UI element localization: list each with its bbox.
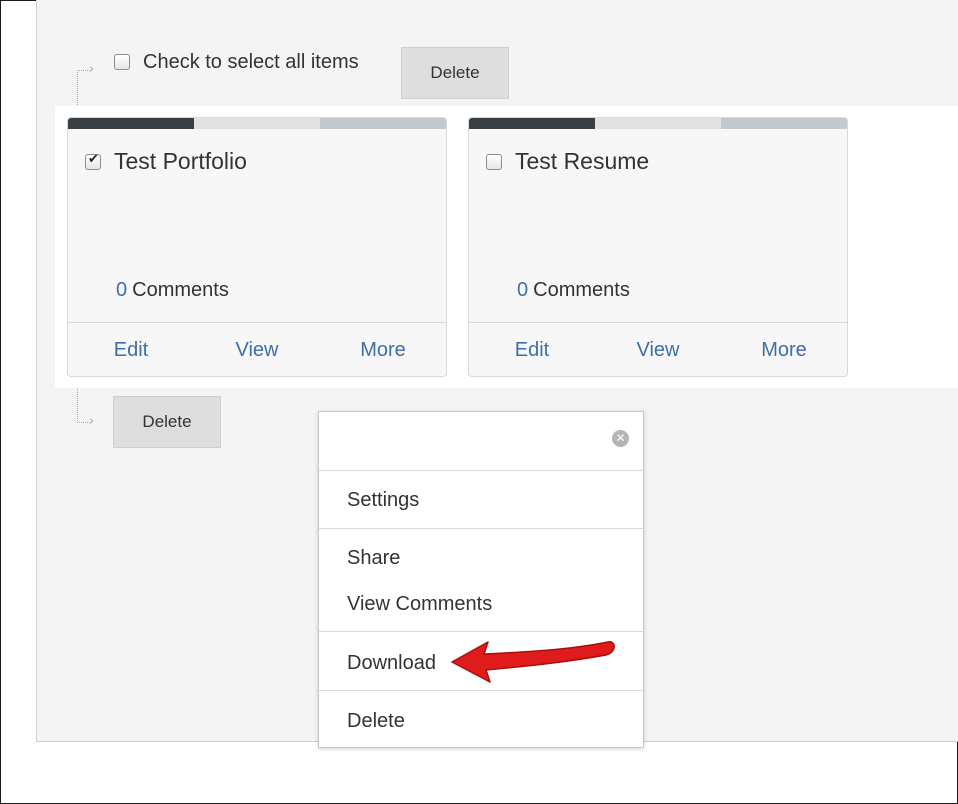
comment-count[interactable]: 0: [116, 279, 127, 301]
menu-item-settings[interactable]: Settings: [347, 487, 419, 513]
card-title-row: Test Resume: [486, 148, 649, 175]
close-icon[interactable]: ✕: [612, 430, 629, 447]
menu-item-download[interactable]: Download: [347, 650, 436, 676]
more-link[interactable]: More: [721, 337, 847, 362]
comment-label: Comments: [132, 279, 229, 301]
annotation-arrow-icon: [451, 641, 615, 683]
select-all-checkbox[interactable]: [114, 54, 130, 70]
more-link[interactable]: More: [320, 337, 446, 362]
menu-divider: [319, 470, 643, 471]
view-link[interactable]: View: [595, 337, 721, 362]
select-all-label: Check to select all items: [143, 50, 359, 73]
card-actions: Edit View More: [68, 322, 446, 376]
card-checkbox[interactable]: [85, 152, 101, 170]
card-title[interactable]: Test Resume: [515, 148, 649, 175]
menu-item-view-comments[interactable]: View Comments: [347, 591, 492, 617]
card-title[interactable]: Test Portfolio: [114, 148, 247, 175]
card-bar-segment: [595, 118, 721, 129]
card-title-row: Test Portfolio: [85, 148, 247, 175]
card-bar-segment: [194, 118, 320, 129]
more-context-menu: ✕ Settings Share View Comments Download …: [318, 411, 644, 748]
connector-arrow-icon: ›: [89, 62, 95, 77]
portfolio-card: Test Portfolio 0Comments Edit View More: [67, 117, 447, 377]
connector-arrow-icon: ›: [89, 414, 95, 429]
comment-label: Comments: [533, 279, 630, 301]
menu-item-share[interactable]: Share: [347, 545, 400, 571]
view-link[interactable]: View: [194, 337, 320, 362]
card-color-bar: [68, 118, 446, 129]
card-bar-segment: [721, 118, 847, 129]
card-color-bar: [469, 118, 847, 129]
card-bar-segment: [320, 118, 446, 129]
menu-divider: [319, 690, 643, 691]
edit-link[interactable]: Edit: [68, 337, 194, 362]
card-bar-segment: [469, 118, 595, 129]
card-checkbox[interactable]: [486, 153, 502, 170]
menu-divider: [319, 528, 643, 529]
select-all-row: Check to select all items: [114, 50, 359, 74]
edit-link[interactable]: Edit: [469, 337, 595, 362]
card-comments: 0 Comments: [116, 279, 229, 302]
card-bar-segment: [68, 118, 194, 129]
delete-button-bottom[interactable]: Delete: [113, 396, 221, 448]
comment-count[interactable]: 0: [517, 279, 528, 301]
card-comments: 0 Comments: [517, 279, 630, 302]
resume-card: Test Resume 0 Comments Edit View More: [468, 117, 848, 377]
card-actions: Edit View More: [469, 322, 847, 376]
delete-button-top[interactable]: Delete: [401, 47, 509, 99]
menu-item-delete[interactable]: Delete: [347, 708, 405, 734]
